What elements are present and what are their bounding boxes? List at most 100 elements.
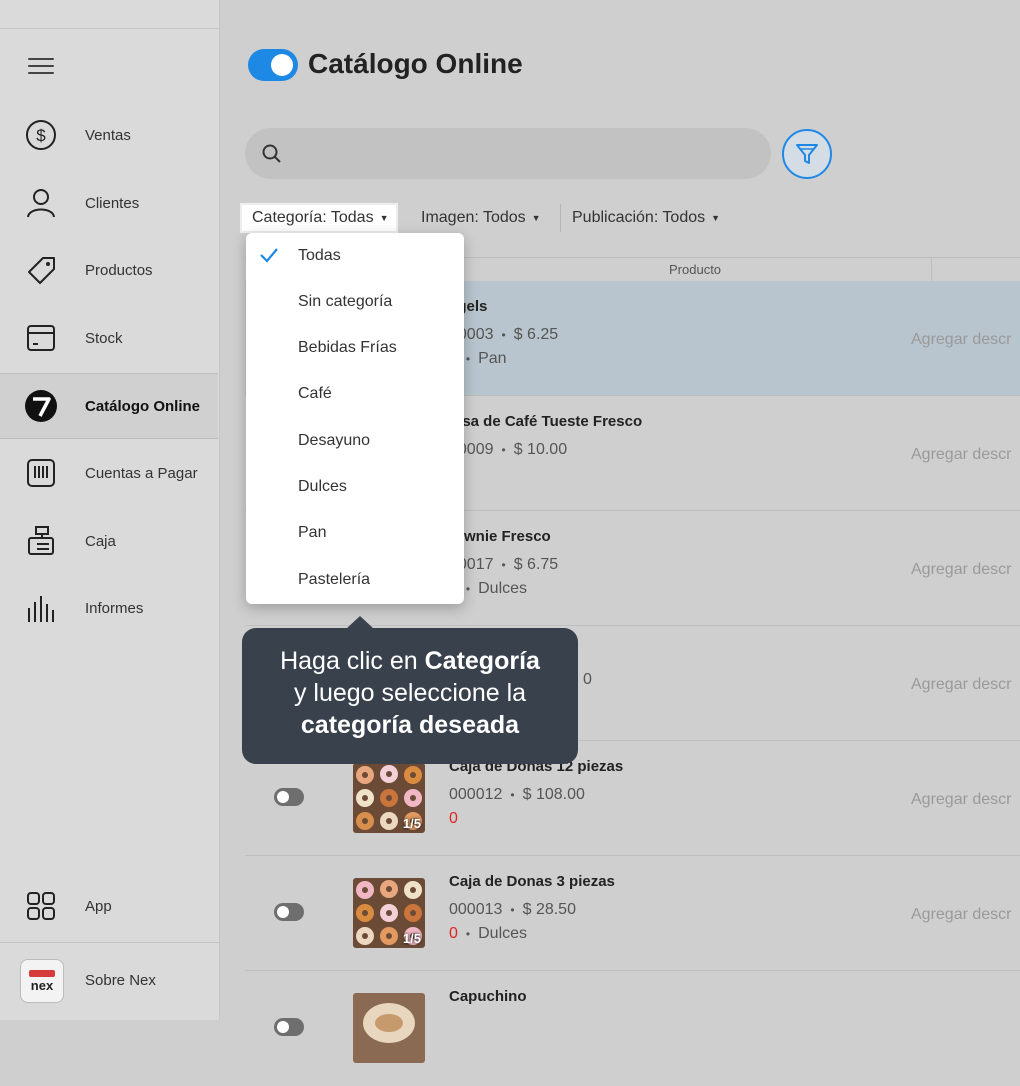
sidebar-item-clientes[interactable]: Clientes	[0, 170, 218, 236]
product-meta: 000012 • $ 108.00	[449, 786, 585, 803]
dropdown-option-dulces[interactable]: Dulces	[246, 464, 464, 510]
product-stock: 0	[449, 810, 458, 827]
sidebar: $ Ventas Clientes Productos Stock Catálo…	[0, 0, 220, 1020]
publish-toggle[interactable]	[274, 788, 304, 806]
product-meta: 000013 • $ 28.50	[449, 901, 576, 918]
product-name: Capuchino	[449, 988, 527, 1005]
image-filter-label: Imagen: Todos	[421, 209, 526, 226]
table-row[interactable]: Capuchino	[245, 971, 1020, 1086]
apps-grid-icon	[24, 889, 58, 923]
tooltip-text: y luego seleccione la	[293, 679, 527, 707]
dropdown-option-desayuno[interactable]: Desayuno	[246, 418, 464, 464]
product-name: olsa de Café Tueste Fresco	[449, 413, 643, 430]
tooltip-text: Haga clic en	[280, 647, 425, 675]
product-name: rownie Fresco	[449, 528, 551, 545]
image-count-badge: 1/5	[402, 931, 421, 946]
dropdown-option-sin-categoria[interactable]: Sin categoría	[246, 279, 464, 325]
tooltip-text-bold: Categoría	[424, 647, 540, 675]
search-icon	[262, 144, 281, 163]
filter-button[interactable]	[782, 129, 832, 179]
user-icon	[24, 186, 58, 220]
add-description-link[interactable]: Agregar descr	[911, 561, 1012, 579]
publication-filter-label: Publicación: Todos	[572, 209, 706, 226]
product-meta: 00017 • $ 6.75	[449, 556, 559, 573]
sidebar-item-label: Productos	[85, 261, 153, 279]
sidebar-item-label: Cuentas a Pagar	[85, 464, 198, 482]
hamburger-menu-icon[interactable]	[28, 58, 54, 76]
dollar-circle-icon: $	[24, 118, 58, 152]
divider	[0, 28, 220, 29]
sidebar-item-informes[interactable]: Informes	[0, 575, 218, 641]
publication-filter[interactable]: Publicación: Todos ▼	[572, 205, 720, 231]
tooltip-text-bold: categoría deseada	[300, 711, 520, 739]
catalog-toggle[interactable]	[248, 49, 298, 81]
dropdown-option-todas[interactable]: Todas	[246, 233, 464, 279]
add-description-link[interactable]: Agregar descr	[911, 446, 1012, 464]
divider	[0, 942, 220, 943]
product-thumbnail[interactable]: 1/5	[353, 878, 425, 948]
caret-down-icon: ▼	[711, 213, 721, 223]
sidebar-item-label: App	[85, 897, 112, 915]
dropdown-option-bebidas-frias[interactable]: Bebidas Frías	[246, 325, 464, 371]
caret-down-icon: ▼	[379, 213, 389, 223]
catalog-logo-icon	[24, 389, 58, 423]
image-filter[interactable]: Imagen: Todos ▼	[421, 205, 541, 231]
add-description-link[interactable]: Agregar descr	[911, 676, 1012, 694]
dropdown-option-label: Desayuno	[298, 432, 371, 449]
tag-icon	[24, 253, 58, 287]
dropdown-option-pasteleria[interactable]: Pastelería	[246, 557, 464, 603]
dropdown-option-label: Café	[298, 385, 332, 402]
product-meta: 00003 • $ 6.25	[449, 326, 559, 343]
dropdown-option-label: Dulces	[298, 478, 347, 495]
sidebar-item-label: Stock	[85, 329, 123, 347]
bar-chart-icon	[24, 591, 58, 625]
dropdown-option-label: Todas	[298, 247, 341, 264]
filter-icon	[796, 144, 818, 164]
product-thumbnail[interactable]: 1/5	[353, 763, 425, 833]
product-meta: 0	[583, 671, 592, 688]
dropdown-option-pan[interactable]: Pan	[246, 510, 464, 556]
sidebar-item-app[interactable]: App	[0, 873, 218, 939]
add-description-link[interactable]: Agregar descr	[911, 791, 1012, 809]
sidebar-item-productos[interactable]: Productos	[0, 237, 218, 303]
caret-down-icon: ▼	[531, 213, 541, 223]
add-description-link[interactable]: Agregar descr	[911, 331, 1012, 349]
logo-text: nex	[30, 978, 54, 993]
page-title: Catálogo Online	[308, 48, 523, 79]
search-input[interactable]	[245, 128, 771, 179]
sidebar-item-label: Ventas	[85, 126, 131, 144]
category-filter[interactable]: Categoría: Todas ▼	[242, 205, 397, 231]
category-dropdown: Todas Sin categoría Bebidas Frías Café D…	[246, 233, 464, 604]
checkmark-icon	[260, 248, 278, 263]
instruction-tooltip: Haga clic en Categoría y luego seleccion…	[242, 616, 578, 764]
dropdown-option-label: Bebidas Frías	[298, 339, 397, 356]
sidebar-item-sobre-nex[interactable]: Sobre Nex	[85, 972, 156, 989]
image-count-badge: 1/5	[402, 816, 421, 831]
publish-toggle[interactable]	[274, 1018, 304, 1036]
column-header-product: Producto	[669, 262, 722, 277]
dropdown-option-label: Sin categoría	[298, 293, 393, 310]
product-meta: 00009 • $ 10.00	[449, 441, 568, 458]
publish-toggle[interactable]	[274, 903, 304, 921]
sidebar-item-label: Caja	[85, 532, 116, 550]
dropdown-option-cafe[interactable]: Café	[246, 371, 464, 417]
nex-logo[interactable]: nex	[20, 959, 64, 1003]
dropdown-option-label: Pan	[298, 524, 327, 541]
svg-text:$: $	[36, 126, 46, 145]
divider	[560, 204, 561, 232]
sidebar-item-label: Clientes	[85, 194, 140, 212]
cash-register-icon	[24, 524, 58, 558]
sidebar-item-stock[interactable]: Stock	[0, 305, 218, 371]
dropdown-option-label: Pastelería	[298, 571, 371, 588]
sidebar-item-caja[interactable]: Caja	[0, 508, 218, 574]
product-thumbnail[interactable]	[353, 993, 425, 1063]
add-description-link[interactable]: Agregar descr	[911, 906, 1012, 924]
product-name: Caja de Donas 3 piezas	[449, 873, 615, 890]
sidebar-item-label: Catálogo Online	[85, 397, 201, 415]
sidebar-item-catalogo-online[interactable]: Catálogo Online	[0, 373, 218, 439]
table-row[interactable]: 1/5 Caja de Donas 3 piezas 000013 • $ 28.5…	[245, 856, 1020, 971]
sidebar-item-ventas[interactable]: $ Ventas	[0, 102, 218, 168]
sidebar-item-cuentas-a-pagar[interactable]: Cuentas a Pagar	[0, 440, 218, 506]
product-stock: 0 • Dulces	[449, 925, 528, 942]
category-filter-label: Categoría: Todas	[252, 209, 374, 226]
